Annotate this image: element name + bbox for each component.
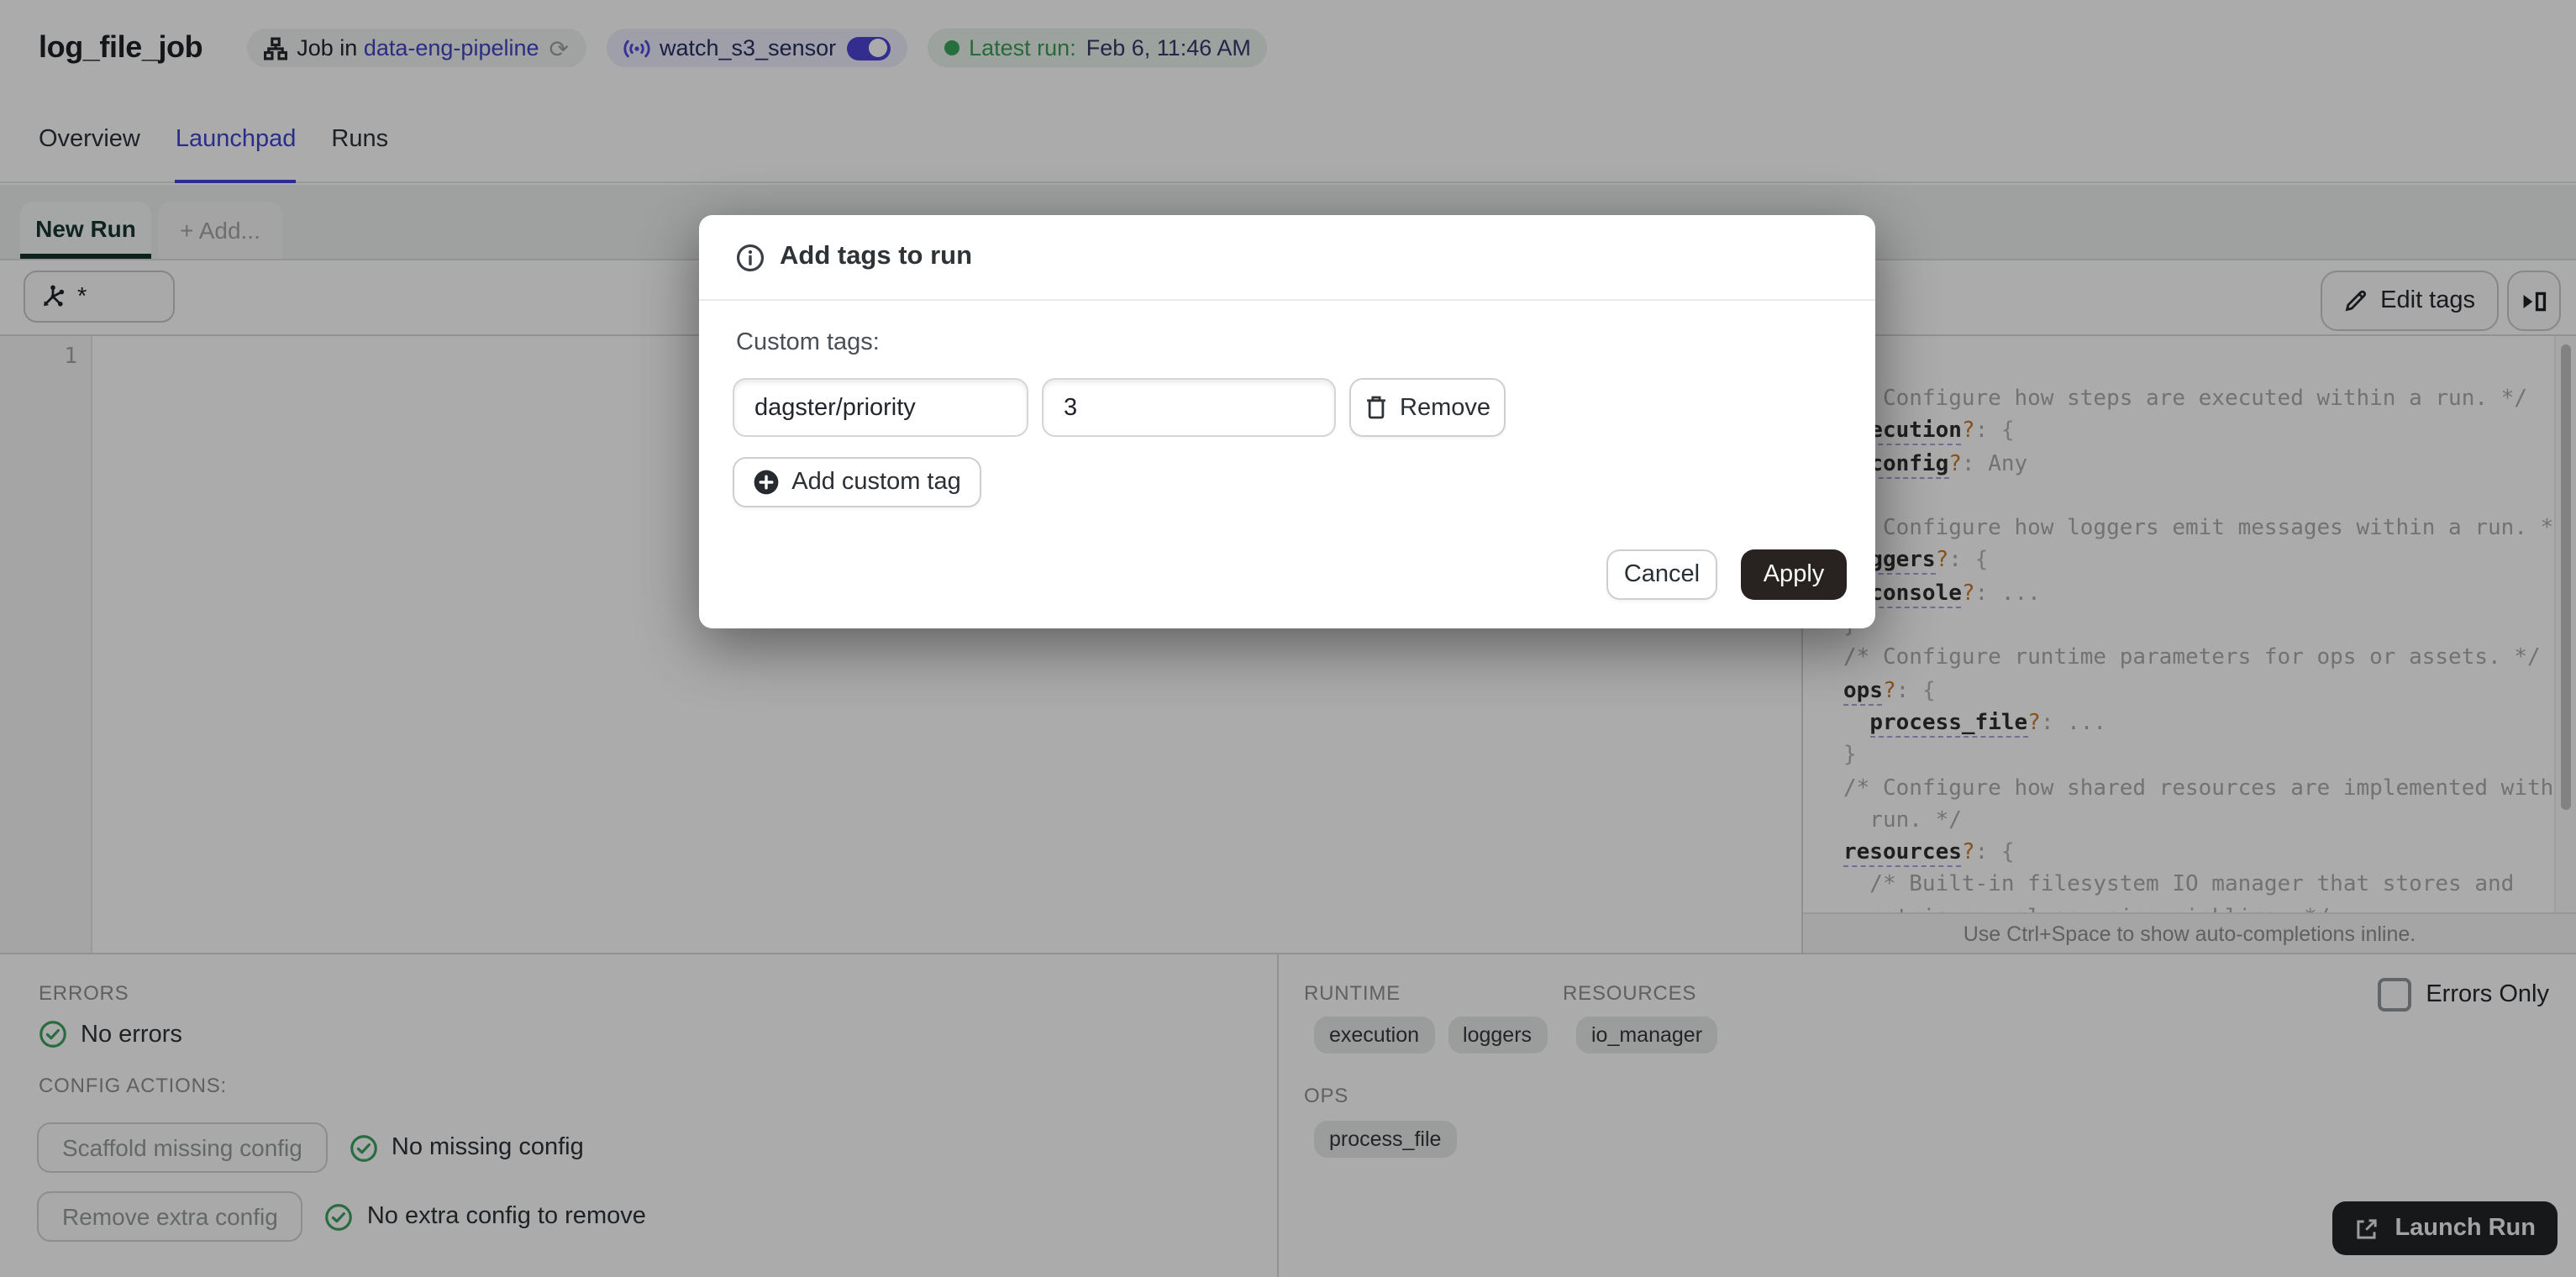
- dagster-launchpad-page: log_file_job Job in data-eng-pipeline ⟳ …: [0, 0, 2576, 1277]
- tag-key-input[interactable]: [733, 378, 1028, 437]
- trash-icon: [1367, 396, 1385, 419]
- cancel-button[interactable]: Cancel: [1606, 549, 1717, 600]
- remove-label: Remove: [1400, 394, 1490, 421]
- modal-backdrop[interactable]: [0, 0, 2576, 1277]
- plus-circle-icon: [754, 470, 779, 495]
- tag-value-input[interactable]: [1042, 378, 1336, 437]
- add-custom-tag-label: Add custom tag: [791, 469, 961, 496]
- remove-tag-button[interactable]: Remove: [1349, 378, 1506, 437]
- dialog-title: Add tags to run: [780, 242, 973, 271]
- dagster-app-window: log_file_job Job in data-eng-pipeline ⟳ …: [0, 0, 2576, 1277]
- add-tags-dialog: Add tags to run Custom tags: Remove Add …: [699, 215, 1875, 628]
- dialog-header: Add tags to run: [699, 215, 1875, 301]
- apply-button[interactable]: Apply: [1741, 549, 1847, 600]
- custom-tags-label: Custom tags:: [736, 329, 880, 356]
- add-custom-tag-button[interactable]: Add custom tag: [733, 457, 981, 507]
- info-icon: [736, 243, 765, 271]
